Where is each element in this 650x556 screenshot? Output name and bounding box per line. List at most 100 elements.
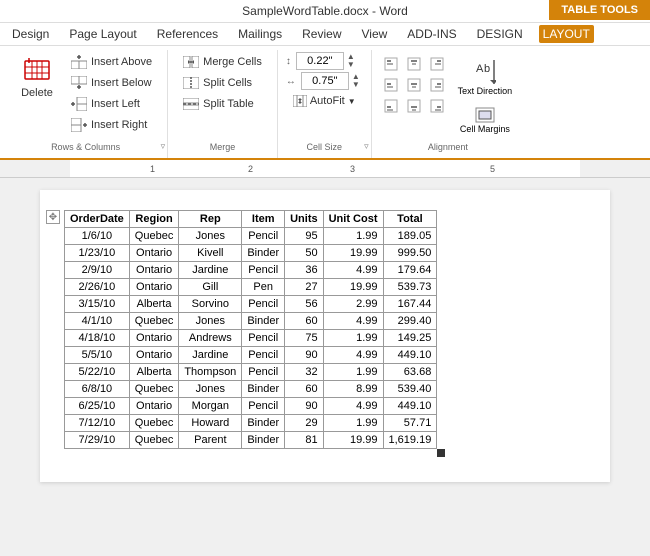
menu-page-layout[interactable]: Page Layout (65, 25, 140, 43)
table-cell: 56 (285, 296, 324, 313)
insert-left-button[interactable]: Insert Left (64, 94, 159, 114)
merge-cells-label: Merge Cells (203, 56, 262, 68)
insert-left-label: Insert Left (91, 98, 140, 110)
table-cell: Binder (242, 415, 285, 432)
ribbon: Delete Insert Above (0, 46, 650, 160)
merge-group: Merge Cells Split Cells (168, 50, 278, 158)
table-cell: 1/6/10 (65, 228, 130, 245)
table-row: 5/22/10AlbertaThompsonPencil321.9963.68 (65, 364, 437, 381)
align-top-center[interactable] (403, 54, 425, 74)
menu-ribbon-design[interactable]: DESIGN (473, 25, 527, 43)
document-area: ✥ OrderDate Region Rep Item Units Unit C… (0, 178, 650, 528)
table-cell: 7/12/10 (65, 415, 130, 432)
table-cell: 27 (285, 279, 324, 296)
text-direction-label: Text Direction (458, 86, 513, 96)
table-cell: Pencil (242, 364, 285, 381)
autofit-button[interactable]: AutoFit ▼ (286, 92, 363, 110)
table-cell: Binder (242, 381, 285, 398)
rows-columns-label: Rows & Columns (4, 140, 167, 152)
cell-size-expand-icon[interactable]: ▿ (364, 141, 369, 152)
height-down-arrow[interactable]: ▼ (347, 61, 355, 69)
table-cell: Pencil (242, 347, 285, 364)
align-bottom-center[interactable] (403, 96, 425, 116)
delete-button[interactable]: Delete (12, 50, 62, 104)
table-cell: 6/25/10 (65, 398, 130, 415)
table-move-handle[interactable]: ✥ (46, 210, 60, 224)
table-cell: 1.99 (323, 364, 383, 381)
svg-text:A: A (476, 63, 484, 75)
table-cell: 449.10 (383, 347, 437, 364)
table-wrapper: ✥ OrderDate Region Rep Item Units Unit C… (64, 210, 437, 449)
width-input[interactable] (301, 72, 349, 90)
table-cell: 999.50 (383, 245, 437, 262)
align-top-left[interactable] (380, 54, 402, 74)
width-arrows: ▲ ▼ (352, 73, 360, 89)
table-cell: Kivell (179, 245, 242, 262)
align-middle-left[interactable] (380, 75, 402, 95)
align-middle-center[interactable] (403, 75, 425, 95)
table-cell: 2/26/10 (65, 279, 130, 296)
data-table: OrderDate Region Rep Item Units Unit Cos… (64, 210, 437, 449)
table-cell: Binder (242, 432, 285, 449)
table-cell: 189.05 (383, 228, 437, 245)
table-cell: 299.40 (383, 313, 437, 330)
text-direction-button[interactable]: A b Text Direction (454, 54, 517, 100)
cell-margins-button[interactable]: Cell Margins (454, 102, 517, 138)
align-bottom-right[interactable] (426, 96, 448, 116)
table-cell: 4.99 (323, 262, 383, 279)
table-cell: 81 (285, 432, 324, 449)
insert-below-button[interactable]: Insert Below (64, 73, 159, 93)
rows-columns-expand-icon[interactable]: ▿ (161, 141, 166, 152)
table-cell: Ontario (129, 245, 179, 262)
width-down-arrow[interactable]: ▼ (352, 81, 360, 89)
table-cell: Ontario (129, 330, 179, 347)
ruler-white-area (70, 160, 580, 177)
insert-right-icon (71, 117, 87, 133)
menu-design[interactable]: Design (8, 25, 53, 43)
menu-addins[interactable]: ADD-INS (403, 25, 460, 43)
delete-label: Delete (21, 87, 53, 99)
table-cell: 1/23/10 (65, 245, 130, 262)
alignment-label: Alignment (372, 140, 525, 152)
table-cell: 95 (285, 228, 324, 245)
menu-review[interactable]: Review (298, 25, 345, 43)
align-bottom-left[interactable] (380, 96, 402, 116)
table-row: 7/12/10QuebecHowardBinder291.9957.71 (65, 415, 437, 432)
table-cell: 4/18/10 (65, 330, 130, 347)
col-header-total: Total (383, 211, 437, 228)
table-cell: 57.71 (383, 415, 437, 432)
merge-cells-button[interactable]: Merge Cells (176, 52, 269, 72)
cell-size-group: ↕ ▲ ▼ ↔ ▲ ▼ (278, 50, 372, 158)
menu-view[interactable]: View (358, 25, 392, 43)
col-header-region: Region (129, 211, 179, 228)
menu-layout[interactable]: LAYOUT (539, 25, 594, 43)
table-cell: 5/22/10 (65, 364, 130, 381)
word-page: ✥ OrderDate Region Rep Item Units Unit C… (40, 190, 610, 482)
insert-above-button[interactable]: Insert Above (64, 52, 159, 72)
table-cell: Andrews (179, 330, 242, 347)
alignment-grid (380, 50, 448, 116)
table-cell: Ontario (129, 398, 179, 415)
table-cell: Ontario (129, 347, 179, 364)
table-cell: Quebec (129, 381, 179, 398)
table-row: 6/8/10QuebecJonesBinder608.99539.40 (65, 381, 437, 398)
table-row: 2/26/10OntarioGillPen2719.99539.73 (65, 279, 437, 296)
insert-right-label: Insert Right (91, 119, 147, 131)
split-table-icon (183, 96, 199, 112)
merge-buttons: Merge Cells Split Cells (176, 50, 269, 114)
insert-right-button[interactable]: Insert Right (64, 115, 159, 135)
split-cells-button[interactable]: Split Cells (176, 73, 269, 93)
table-cell: 7/29/10 (65, 432, 130, 449)
table-cell: 1.99 (323, 228, 383, 245)
table-cell: 75 (285, 330, 324, 347)
align-middle-right[interactable] (426, 75, 448, 95)
col-header-item: Item (242, 211, 285, 228)
split-table-label: Split Table (203, 98, 254, 110)
height-input[interactable] (296, 52, 344, 70)
table-resize-handle[interactable] (437, 449, 445, 457)
menu-mailings[interactable]: Mailings (234, 25, 286, 43)
split-table-button[interactable]: Split Table (176, 94, 269, 114)
menu-references[interactable]: References (153, 25, 222, 43)
table-row: 7/29/10QuebecParentBinder8119.991,619.19 (65, 432, 437, 449)
align-top-right[interactable] (426, 54, 448, 74)
